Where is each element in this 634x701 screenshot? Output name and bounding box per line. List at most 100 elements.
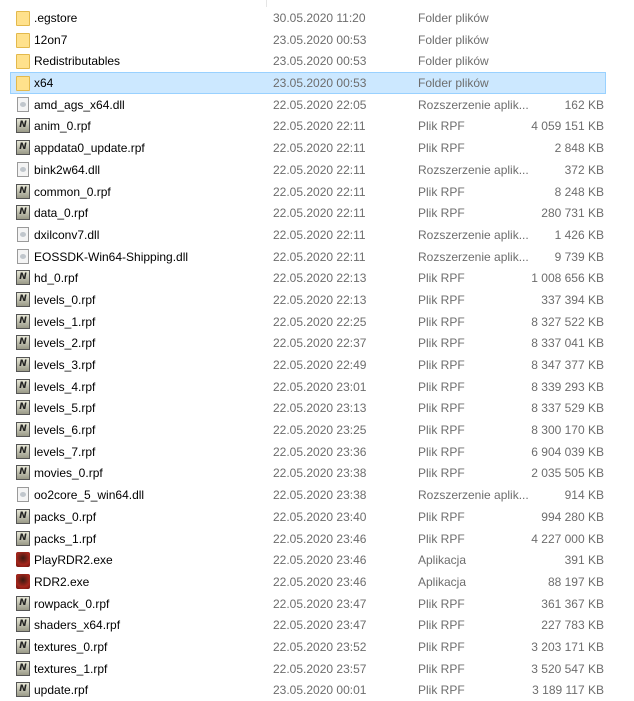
column-separator[interactable] xyxy=(266,0,267,7)
file-row[interactable]: Ntextures_1.rpf 22.05.2020 23:57 Plik RPF 3… xyxy=(0,658,634,680)
file-size: 88 197 KB xyxy=(547,574,604,589)
file-row[interactable]: Nlevels_5.rpf 22.05.2020 23:13 Plik RPF 8 3… xyxy=(0,397,634,419)
rpf-icon: N xyxy=(16,465,30,481)
file-date: 23.05.2020 00:53 xyxy=(273,54,367,69)
rpf-icon: N xyxy=(16,291,30,307)
file-size: 2 848 KB xyxy=(554,141,604,156)
file-name: levels_7.rpf xyxy=(34,444,96,459)
file-row[interactable]: Nrowpack_0.rpf 22.05.2020 23:47 Plik RPF 36… xyxy=(0,593,634,615)
file-date: 23.05.2020 00:53 xyxy=(273,76,367,91)
file-row[interactable]: .egstore 30.05.2020 11:20 Folder plików xyxy=(0,7,634,29)
dll-icon xyxy=(17,226,29,242)
file-row[interactable]: amd_ags_x64.dll 22.05.2020 22:05 Rozszerze… xyxy=(0,94,634,116)
file-date: 22.05.2020 22:11 xyxy=(273,206,366,221)
file-type: Plik RPF xyxy=(418,639,465,654)
file-type: Plik RPF xyxy=(418,661,465,676)
file-name: levels_0.rpf xyxy=(34,292,96,307)
file-row[interactable]: Nlevels_0.rpf 22.05.2020 22:13 Plik RPF 337… xyxy=(0,289,634,311)
file-size: 4 059 151 KB xyxy=(531,119,604,134)
file-row[interactable]: EOSSDK-Win64-Shipping.dll 22.05.2020 22:1… xyxy=(0,246,634,268)
file-name: textures_1.rpf xyxy=(34,661,108,676)
file-type: Plik RPF xyxy=(418,271,465,286)
file-name: EOSSDK-Win64-Shipping.dll xyxy=(34,249,189,264)
file-date: 22.05.2020 23:38 xyxy=(273,466,367,481)
file-row[interactable]: Nlevels_7.rpf 22.05.2020 23:36 Plik RPF 6 9… xyxy=(0,441,634,463)
file-date: 22.05.2020 22:05 xyxy=(273,97,367,112)
file-row[interactable]: Nlevels_1.rpf 22.05.2020 22:25 Plik RPF 8 3… xyxy=(0,311,634,333)
file-name: hd_0.rpf xyxy=(34,271,79,286)
file-row[interactable]: RDR2.exe 22.05.2020 23:46 Aplikacja 88 197 … xyxy=(0,571,634,593)
file-type: Aplikacja xyxy=(418,574,467,589)
file-row[interactable]: oo2core_5_win64.dll 22.05.2020 23:38 Rozsz… xyxy=(0,484,634,506)
file-name: x64 xyxy=(34,76,54,91)
file-row[interactable]: Ntextures_0.rpf 22.05.2020 23:52 Plik RPF 3… xyxy=(0,636,634,658)
file-date: 22.05.2020 23:46 xyxy=(273,531,367,546)
file-size: 3 203 171 KB xyxy=(531,639,604,654)
file-name: bink2w64.dll xyxy=(34,162,101,177)
rpf-icon: N xyxy=(16,638,30,654)
file-size: 391 KB xyxy=(564,553,604,568)
file-row[interactable]: Ndata_0.rpf 22.05.2020 22:11 Plik RPF 280 7… xyxy=(0,202,634,224)
rpf-icon: N xyxy=(16,508,30,524)
file-row[interactable]: bink2w64.dll 22.05.2020 22:11 Rozszerzenie… xyxy=(0,159,634,181)
file-date: 23.05.2020 00:53 xyxy=(273,32,367,47)
file-size: 2 035 505 KB xyxy=(531,466,604,481)
rpf-icon: N xyxy=(16,270,30,286)
file-row[interactable]: Nlevels_4.rpf 22.05.2020 23:01 Plik RPF 8 3… xyxy=(0,376,634,398)
file-size: 8 248 KB xyxy=(554,184,604,199)
exe-icon xyxy=(16,552,30,568)
file-size: 8 347 377 KB xyxy=(531,358,604,372)
file-date: 30.05.2020 11:20 xyxy=(273,11,366,25)
file-row[interactable]: Nlevels_6.rpf 22.05.2020 23:25 Plik RPF 8 3… xyxy=(0,419,634,441)
file-row[interactable]: dxilconv7.dll 22.05.2020 22:11 Rozszerzeni… xyxy=(0,224,634,246)
rpf-icon: N xyxy=(16,422,30,438)
rpf-icon: N xyxy=(16,617,30,633)
file-size: 914 KB xyxy=(564,488,604,503)
file-size: 8 339 293 KB xyxy=(531,379,604,394)
rpf-icon: N xyxy=(16,118,30,134)
file-date: 22.05.2020 23:13 xyxy=(273,401,367,416)
file-row[interactable]: Nshaders_x64.rpf 22.05.2020 23:47 Plik RPF… xyxy=(0,614,634,636)
file-type: Folder plików xyxy=(418,76,489,91)
file-date: 22.05.2020 22:13 xyxy=(273,271,367,286)
file-row[interactable]: Nanim_0.rpf 22.05.2020 22:11 Plik RPF 4 059… xyxy=(0,115,634,137)
file-date: 22.05.2020 22:13 xyxy=(273,292,367,307)
file-row[interactable]: PlayRDR2.exe 22.05.2020 23:46 Aplikacja 391… xyxy=(0,549,634,571)
file-date: 22.05.2020 22:11 xyxy=(273,141,366,156)
file-row[interactable]: Npacks_1.rpf 22.05.2020 23:46 Plik RPF 4 22… xyxy=(0,528,634,550)
file-row[interactable]: Nmovies_0.rpf 22.05.2020 23:38 Plik RPF 2 0… xyxy=(0,462,634,484)
file-size: 3 189 117 KB xyxy=(532,683,604,698)
file-row[interactable]: Nlevels_3.rpf 22.05.2020 22:49 Plik RPF 8 3… xyxy=(0,354,634,376)
file-row[interactable]: Ncommon_0.rpf 22.05.2020 22:11 Plik RPF 8 2… xyxy=(0,181,634,203)
file-name: common_0.rpf xyxy=(34,184,111,199)
dll-icon xyxy=(17,161,29,177)
file-row[interactable]: 12on7 23.05.2020 00:53 Folder plików xyxy=(0,29,634,51)
file-type: Folder plików xyxy=(418,32,489,47)
file-row[interactable]: Redistributables 23.05.2020 00:53 Folder p… xyxy=(0,50,634,72)
file-row[interactable]: Nhd_0.rpf 22.05.2020 22:13 Plik RPF 1 008 6… xyxy=(0,267,634,289)
file-row[interactable]: x64 23.05.2020 00:53 Folder plików xyxy=(0,72,634,94)
file-type: Plik RPF xyxy=(418,423,465,438)
file-date: 22.05.2020 23:52 xyxy=(273,639,367,654)
rpf-icon: N xyxy=(16,183,30,199)
file-row[interactable]: Nupdate.rpf 23.05.2020 00:01 Plik RPF 3 189… xyxy=(0,679,634,701)
file-type: Rozszerzenie aplik... xyxy=(418,162,529,177)
file-type: Plik RPF xyxy=(418,683,465,698)
file-date: 22.05.2020 23:38 xyxy=(273,488,367,503)
file-name: dxilconv7.dll xyxy=(34,227,100,242)
file-type: Plik RPF xyxy=(418,466,465,481)
file-type: Folder plików xyxy=(418,11,489,25)
file-row[interactable]: Nlevels_2.rpf 22.05.2020 22:37 Plik RPF 8 3… xyxy=(0,332,634,354)
file-type: Plik RPF xyxy=(418,358,465,372)
dll-icon xyxy=(17,96,29,112)
file-name: .egstore xyxy=(34,11,78,25)
file-date: 22.05.2020 23:46 xyxy=(273,574,367,589)
file-size: 337 394 KB xyxy=(541,292,604,307)
file-size: 1 008 656 KB xyxy=(531,271,604,286)
file-row[interactable]: Nappdata0_update.rpf 22.05.2020 22:11 Plik… xyxy=(0,137,634,159)
file-name: levels_3.rpf xyxy=(34,358,96,372)
file-size: 994 280 KB xyxy=(541,509,604,524)
file-row[interactable]: Npacks_0.rpf 22.05.2020 23:40 Plik RPF 994 … xyxy=(0,506,634,528)
file-name: data_0.rpf xyxy=(34,206,89,221)
rpf-icon: N xyxy=(16,682,30,698)
